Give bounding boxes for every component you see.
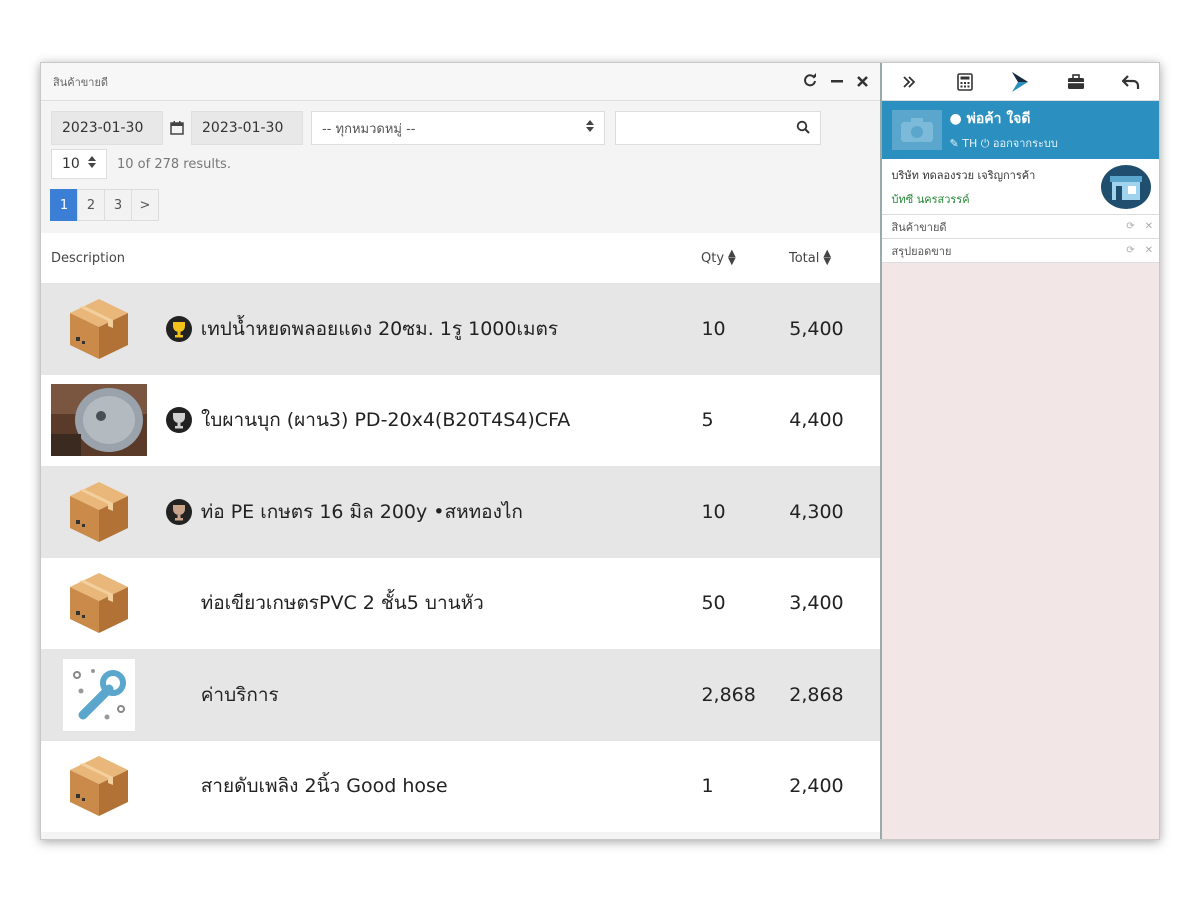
pagination: 1 2 3 >	[50, 189, 870, 221]
company-name: บริษัท ทดลองรวย เจริญการค้า	[891, 168, 1036, 182]
table-row[interactable]: เทปน้ำหยดพลอยแดง 20ซม. 1รู 1000เมตร 10 5…	[41, 283, 880, 375]
row-qty: 50	[701, 592, 726, 615]
row-description: สายดับเพลิง 2นิ้ว Good hose	[200, 775, 448, 798]
language-toggle[interactable]: TH	[962, 137, 977, 150]
page-2-button[interactable]: 2	[77, 189, 105, 221]
header-description: Description	[51, 250, 126, 266]
widget-best-sellers[interactable]: สินค้าขายดี ⟳ ✕	[881, 215, 1159, 239]
row-description: เทปน้ำหยดพลอยแดง 20ซม. 1รู 1000เมตร	[200, 317, 559, 340]
table-row[interactable]: ท่อ PE เกษตร 16 มิล 200y •สหทองไก 10 4,3…	[41, 466, 880, 558]
language-icon: ✎	[949, 137, 959, 150]
search-input[interactable]	[615, 111, 821, 145]
widget-title: สินค้าขายดี	[891, 220, 947, 234]
header-total[interactable]: Total ▲ ▼	[789, 249, 880, 267]
close-icon[interactable]: ✕	[1145, 221, 1153, 232]
panel-titlebar: สินค้าขายดี	[41, 63, 880, 101]
box-icon	[51, 567, 147, 639]
company-info: บริษัท ทดลองรวย เจริญการค้า บ้ทซี นครสวร…	[881, 159, 1159, 215]
panel-title: สินค้าขายดี	[53, 75, 109, 89]
close-icon[interactable]: ✕	[1145, 245, 1153, 256]
calculator-icon[interactable]	[950, 67, 980, 97]
logout-link[interactable]: ออกจากระบบ	[993, 137, 1058, 150]
category-select-value: -- ทุกหมวดหมู่ --	[322, 121, 416, 137]
row-total: 5,400	[789, 317, 844, 340]
page-size-select[interactable]: 10	[51, 149, 107, 179]
search-icon[interactable]	[796, 119, 810, 138]
table-header: Description Qty ▲ ▼ Total ▲ ▼	[41, 233, 880, 283]
header-qty-label: Qty	[701, 250, 725, 266]
calendar-icon[interactable]	[169, 120, 185, 136]
date-from-input[interactable]: 2023-01-30	[51, 111, 163, 145]
refresh-icon[interactable]: ⟳	[1126, 245, 1134, 256]
collapse-icon[interactable]	[894, 67, 924, 97]
table-row[interactable]: ท่อเขียวเกษตรPVC 2 ชั้น5 บานหัว 50 3,400	[41, 557, 880, 649]
row-qty: 10	[701, 317, 726, 340]
table-row[interactable]: ใบผานบุก (ผาน3) PD-20x4(B20T4S4)CFA 5 4,…	[41, 374, 880, 466]
window-controls	[803, 72, 868, 91]
power-icon: ⏻	[980, 137, 990, 150]
minimize-icon[interactable]	[830, 73, 843, 91]
silver-trophy-icon	[165, 406, 193, 434]
box-icon	[51, 293, 147, 365]
page-3-button[interactable]: 3	[104, 189, 132, 221]
service-wrench-icon	[51, 658, 147, 731]
page-size-value: 10	[62, 156, 80, 172]
page-1-button[interactable]: 1	[50, 189, 78, 221]
refresh-icon[interactable]: ⟳	[1126, 221, 1134, 232]
user-name: พ่อค้า ใจดี	[966, 111, 1031, 127]
gold-trophy-icon	[165, 315, 193, 343]
row-qty: 10	[701, 500, 726, 523]
widget-title: สรุปยอดขาย	[891, 244, 952, 258]
header-qty[interactable]: Qty ▲ ▼	[701, 249, 789, 267]
box-icon	[51, 750, 147, 822]
play-logo-icon[interactable]	[1005, 67, 1035, 97]
sort-icon[interactable]: ▲ ▼	[823, 249, 831, 267]
next-page-button[interactable]: >	[131, 189, 159, 221]
best-sellers-panel: สินค้าขายดี 2023-01-30 2023-01-30 -- ทุก…	[41, 63, 880, 839]
best-sellers-table: Description Qty ▲ ▼ Total ▲ ▼ เทปน้ำหยดพ…	[41, 233, 880, 832]
row-description: ค่าบริการ	[200, 683, 279, 706]
user-profile[interactable]: ● พ่อค้า ใจดี ✎ TH ⏻ ออกจากระบบ	[881, 101, 1159, 159]
select-caret-icon	[586, 120, 594, 136]
widget-sales-summary[interactable]: สรุปยอดขาย ⟳ ✕	[881, 239, 1159, 263]
box-icon	[51, 476, 147, 548]
briefcase-icon[interactable]	[1061, 67, 1091, 97]
select-caret-icon	[88, 156, 96, 172]
disc-blade-image	[51, 384, 147, 457]
row-total: 4,400	[789, 409, 844, 432]
store-logo-icon	[1101, 164, 1151, 209]
row-total: 3,400	[789, 592, 844, 615]
results-summary: 10 of 278 results.	[117, 156, 231, 172]
close-icon[interactable]	[856, 73, 868, 91]
refresh-icon[interactable]	[803, 72, 817, 91]
row-total: 2,868	[789, 683, 844, 706]
sort-icon[interactable]: ▲ ▼	[728, 249, 736, 267]
filter-bar: 2023-01-30 2023-01-30 -- ทุกหมวดหมู่ --	[41, 101, 880, 221]
header-total-label: Total	[789, 250, 820, 266]
user-icon: ●	[949, 111, 962, 127]
sidebar: ● พ่อค้า ใจดี ✎ TH ⏻ ออกจากระบบ บริษัท ท…	[879, 63, 1159, 839]
row-qty: 2,868	[701, 683, 756, 706]
row-description: ท่อเขียวเกษตรPVC 2 ชั้น5 บานหัว	[200, 592, 484, 615]
app-window: สินค้าขายดี 2023-01-30 2023-01-30 -- ทุก…	[40, 62, 1160, 840]
back-arrow-icon[interactable]	[1116, 67, 1146, 97]
bronze-trophy-icon	[165, 498, 193, 526]
row-qty: 5	[701, 409, 714, 432]
table-row[interactable]: สายดับเพลิง 2นิ้ว Good hose 1 2,400	[41, 740, 880, 832]
table-row[interactable]: ค่าบริการ 2,868 2,868	[41, 649, 880, 741]
camera-icon	[891, 110, 942, 150]
row-description: ท่อ PE เกษตร 16 มิล 200y •สหทองไก	[200, 500, 523, 523]
row-description: ใบผานบุก (ผาน3) PD-20x4(B20T4S4)CFA	[201, 409, 571, 432]
row-qty: 1	[701, 775, 714, 798]
category-select[interactable]: -- ทุกหมวดหมู่ --	[311, 111, 605, 145]
row-total: 4,300	[789, 500, 844, 523]
date-to-input[interactable]: 2023-01-30	[191, 111, 303, 145]
row-total: 2,400	[789, 775, 844, 798]
branch-name: บ้ทซี นครสวรรค์	[891, 192, 970, 206]
sidebar-toolbar	[881, 63, 1159, 101]
